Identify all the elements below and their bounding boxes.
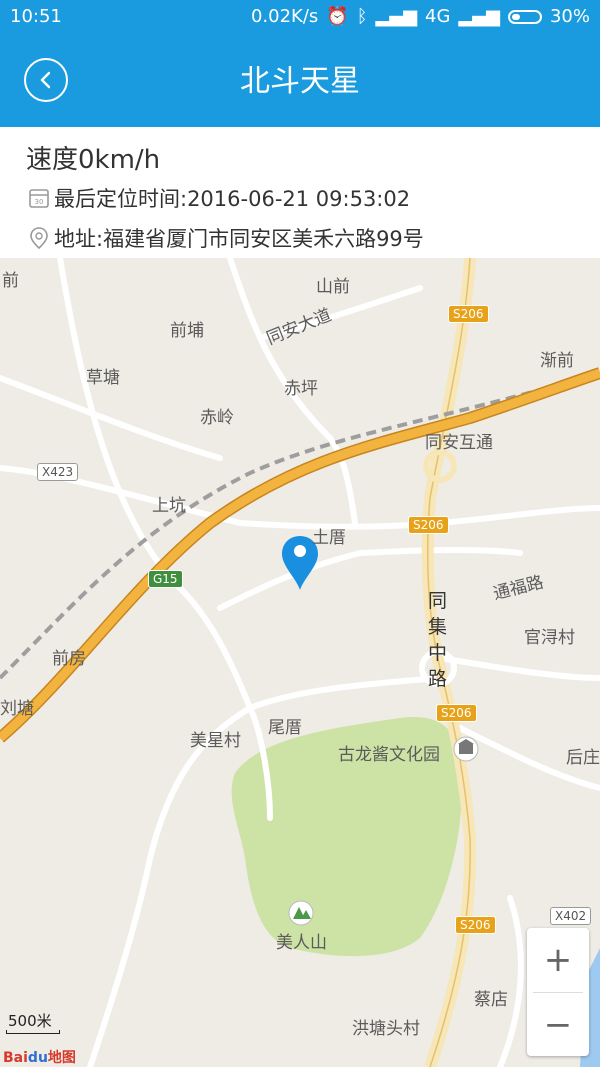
net-speed: 0.02K/s (250, 6, 319, 27)
bluetooth-icon: ᛒ (356, 6, 368, 27)
map-label-guanxun: 官浔村 (524, 628, 575, 648)
map-label-jianqian: 渐前 (540, 351, 574, 371)
map-label-tongji-road: 同集中路 (428, 590, 448, 690)
battery-percent: 30% (549, 6, 590, 27)
map-label-gulongjiang: 古龙酱文化园 (338, 745, 440, 765)
battery-icon (507, 9, 542, 24)
status-time: 10:51 (10, 6, 62, 27)
last-fix-text: 最后定位时间:2016-06-21 09:53:02 (54, 187, 411, 211)
map-label-meirenshan: 美人山 (276, 933, 327, 953)
calendar-icon: 30 (29, 189, 49, 208)
shield-s206-2: S206 (408, 516, 449, 534)
svg-text:30: 30 (35, 198, 44, 206)
map-label-hongtang: 洪塘头村 (352, 1019, 420, 1039)
map-label-qianfang: 前房 (52, 649, 86, 669)
shield-x402: X402 (550, 907, 592, 925)
page-title: 北斗天星 (240, 64, 360, 99)
zoom-in-button[interactable]: + (527, 928, 589, 992)
shield-g15: G15 (148, 570, 183, 588)
baidu-logo: Baidu地图 (3, 1047, 76, 1067)
logo-du: du (27, 1050, 48, 1066)
title-bar: 北斗天星 (0, 34, 600, 127)
speed-text: 速度0km/h (26, 145, 161, 175)
logo-ditu: 地图 (47, 1050, 76, 1066)
map-label-caotang: 草塘 (86, 368, 120, 388)
map-view[interactable]: 前 山前 前埔 同安大道 渐前 草塘 赤坪 赤岭 同安互通 上坑 土厝 通福路 … (0, 258, 600, 1067)
device-info-panel: 速度0km/h 30 最后定位时间:2016-06-21 09:53:02 地址… (0, 127, 600, 259)
map-scale: 500米 (8, 1012, 52, 1030)
zoom-out-button[interactable]: − (527, 993, 589, 1057)
map-label-houzhuang: 后庄 (566, 748, 600, 768)
map-label-liutang: 刘塘 (0, 699, 34, 719)
shield-x423: X423 (37, 463, 79, 481)
map-label-tongan-interchange: 同安互通 (425, 433, 493, 453)
shield-s206-1: S206 (448, 305, 489, 323)
map-label-caidian: 蔡店 (474, 990, 508, 1010)
museum-icon (453, 736, 479, 762)
network-type: 4G (425, 6, 451, 27)
map-label-weicuo: 尾厝 (268, 718, 302, 738)
status-bar: 10:51 0.02K/s ⏰ ᛒ ▂▄▆ 4G ▂▄▆ 30% (0, 0, 600, 34)
status-right: 0.02K/s ⏰ ᛒ ▂▄▆ 4G ▂▄▆ 30% (251, 6, 590, 27)
signal-icon: ▂▄▆ (375, 6, 418, 27)
alarm-icon: ⏰ (326, 6, 349, 27)
scale-bar (6, 1030, 60, 1034)
map-label-chiping: 赤坪 (284, 379, 318, 399)
map-label-chiling: 赤岭 (200, 408, 234, 428)
map-label-meixing: 美星村 (190, 731, 241, 751)
last-fix-row: 30 最后定位时间:2016-06-21 09:53:02 (28, 183, 410, 213)
shield-s206-4: S206 (455, 916, 496, 934)
zoom-control: + − (527, 928, 589, 1056)
signal-icon-2: ▂▄▆ (458, 6, 500, 27)
map-label-qianbu: 前埔 (170, 321, 204, 341)
logo-bai: Bai (3, 1050, 28, 1066)
map-label-shanqian: 山前 (316, 277, 350, 297)
address-row: 地址:福建省厦门市同安区美禾六路99号 (28, 223, 424, 253)
map-label-shangkeng: 上坑 (152, 496, 186, 516)
mountain-icon (288, 900, 314, 926)
shield-s206-3: S206 (436, 704, 477, 722)
address-text: 地址:福建省厦门市同安区美禾六路99号 (54, 227, 424, 251)
map-label-tucuo: 土厝 (312, 528, 346, 548)
location-pin-icon (30, 227, 48, 250)
map-label-qian: 前 (2, 271, 19, 291)
